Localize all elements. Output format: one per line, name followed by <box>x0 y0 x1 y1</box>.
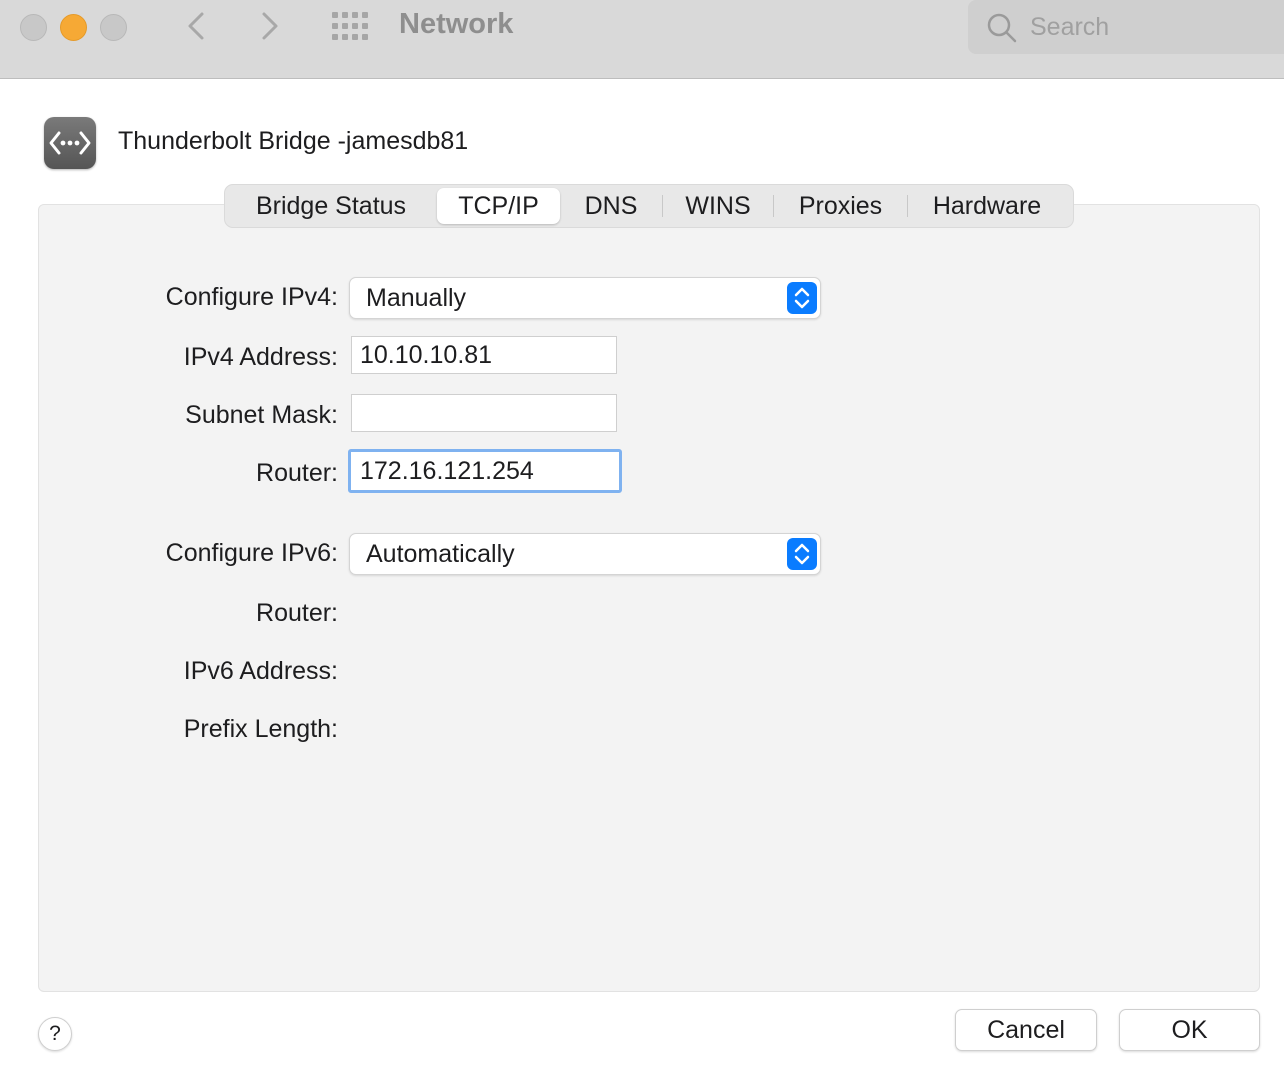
ipv4-router-field[interactable] <box>348 449 622 493</box>
chevron-up-down-icon <box>787 538 817 570</box>
configure-ipv4-popup[interactable]: Manually <box>349 277 821 319</box>
search-input[interactable] <box>1030 12 1280 42</box>
ipv6-address-label: IPv6 Address: <box>183 657 338 685</box>
tab-dns[interactable]: DNS <box>565 185 657 227</box>
ipv4-address-label: IPv4 Address: <box>183 343 338 371</box>
ipv4-address-field[interactable] <box>351 336 617 374</box>
cancel-button[interactable]: Cancel <box>955 1009 1097 1051</box>
tab-bridge-status[interactable]: Bridge Status <box>225 185 437 227</box>
tab-bar: Bridge Status TCP/IP DNS WINS Proxies Ha… <box>224 184 1074 228</box>
tab-divider <box>907 195 908 217</box>
chevron-left-icon <box>188 12 204 40</box>
search-box[interactable] <box>968 0 1284 54</box>
tab-hardware[interactable]: Hardware <box>912 185 1062 227</box>
chevron-right-icon <box>262 12 278 40</box>
settings-panel <box>38 204 1260 992</box>
service-name: Thunderbolt Bridge -jamesdb81 <box>118 127 469 155</box>
ok-button[interactable]: OK <box>1119 1009 1260 1051</box>
tab-proxies[interactable]: Proxies <box>778 185 903 227</box>
prefix-length-label: Prefix Length: <box>183 715 338 743</box>
back-button[interactable] <box>184 6 208 54</box>
chevron-up-down-icon <box>787 282 817 314</box>
configure-ipv6-value: Automatically <box>366 540 515 568</box>
subnet-mask-label: Subnet Mask: <box>185 401 338 429</box>
configure-ipv4-value: Manually <box>366 284 467 312</box>
configure-ipv6-label: Configure IPv6: <box>165 539 338 567</box>
tab-tcp-ip[interactable]: TCP/IP <box>437 188 560 224</box>
help-button[interactable]: ? <box>38 1017 72 1051</box>
tab-divider <box>773 195 774 217</box>
tab-divider <box>662 195 663 217</box>
configure-ipv6-popup[interactable]: Automatically <box>349 533 821 575</box>
search-icon <box>987 13 1017 43</box>
ipv6-router-label: Router: <box>256 599 338 627</box>
subnet-mask-field[interactable] <box>351 394 617 432</box>
close-window-button[interactable] <box>20 14 47 41</box>
minimize-window-button[interactable] <box>60 14 87 41</box>
forward-button[interactable] <box>258 6 282 54</box>
ipv4-router-label: Router: <box>256 459 338 487</box>
window-titlebar: Network <box>0 0 1284 79</box>
network-bridge-icon <box>44 117 96 169</box>
tab-wins[interactable]: WINS <box>667 185 769 227</box>
zoom-window-button[interactable] <box>100 14 127 41</box>
configure-ipv4-label: Configure IPv4: <box>165 283 338 311</box>
window-title: Network <box>399 8 514 40</box>
show-all-grid-icon[interactable] <box>332 12 368 42</box>
